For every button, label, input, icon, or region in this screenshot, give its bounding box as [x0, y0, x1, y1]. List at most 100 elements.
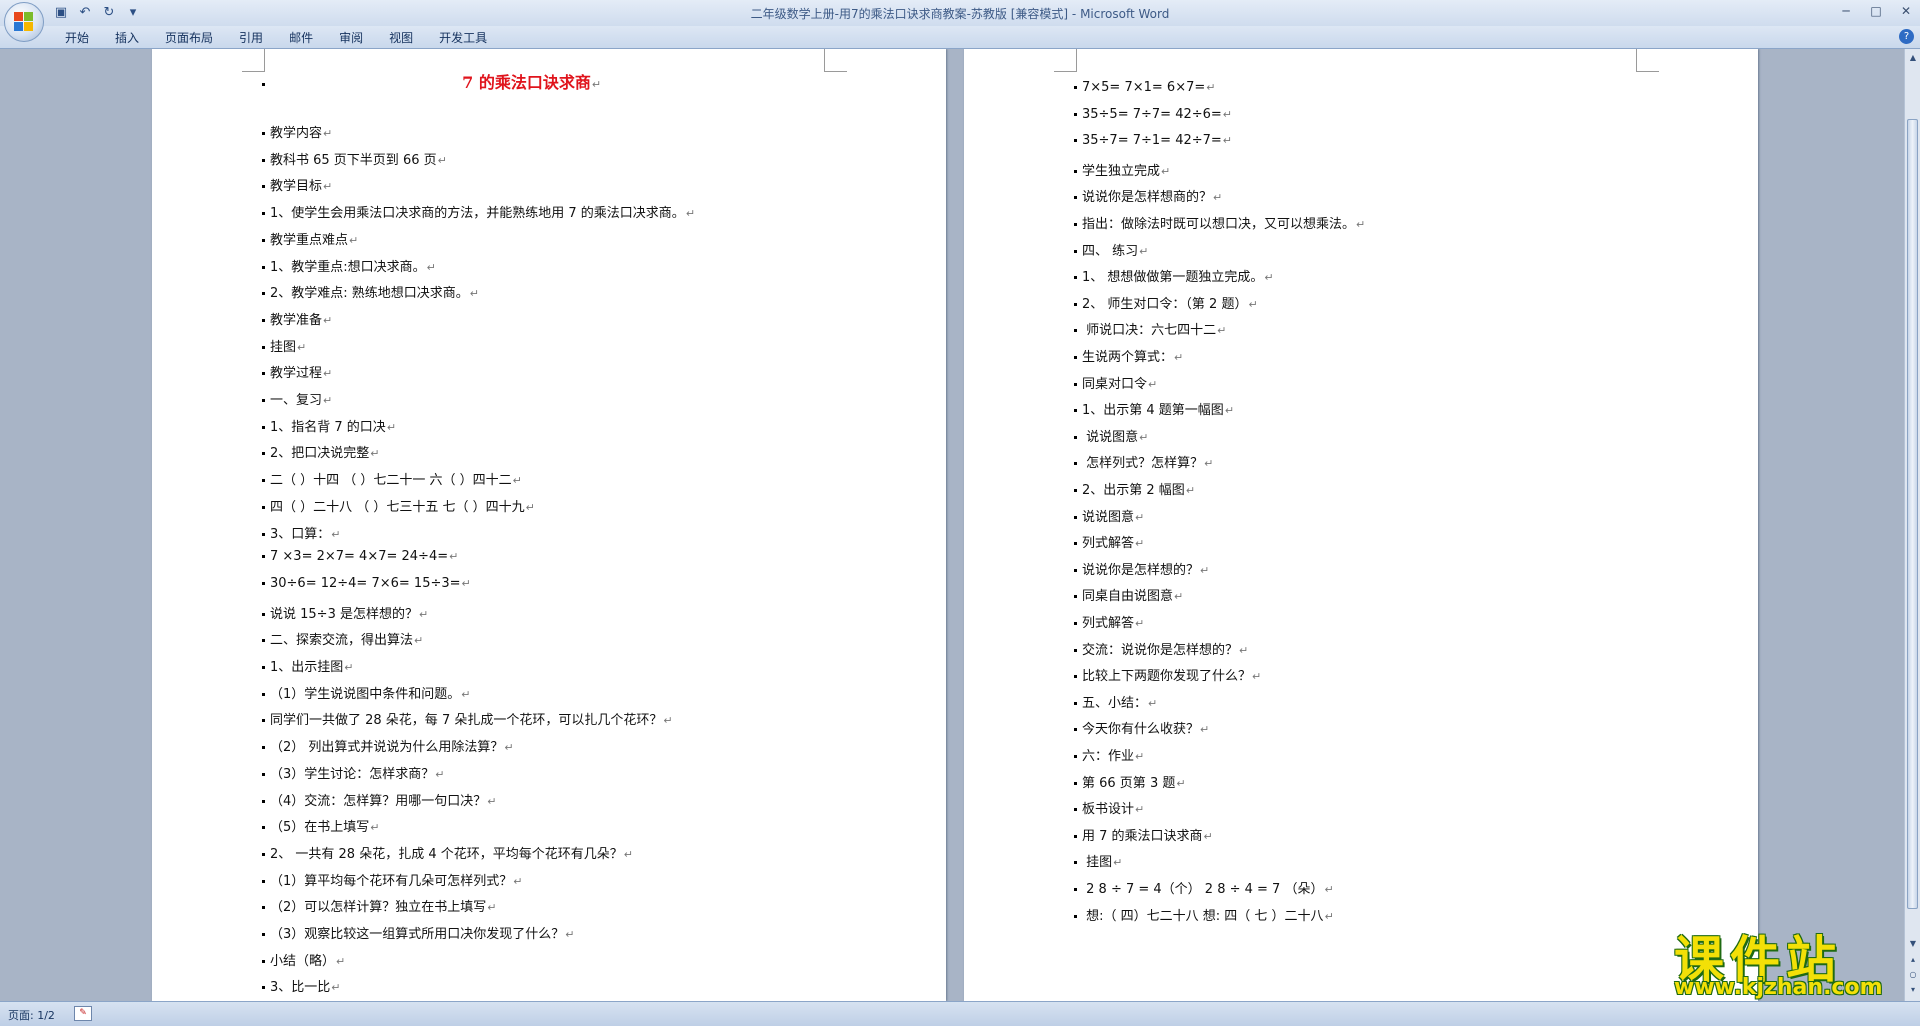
paragraph-mark: ↵	[1324, 883, 1334, 896]
bullet-marker	[262, 238, 265, 242]
scroll-down-icon[interactable]: ▼	[1906, 937, 1920, 951]
paragraph-text: 同桌对口令	[1082, 376, 1148, 392]
tab-review[interactable]: 审阅	[326, 29, 376, 47]
scrollbar-thumb[interactable]	[1907, 119, 1918, 909]
document-page-2[interactable]: 7×5= 7×1= 6×7=↵ 35÷5= 7÷7= 42÷6=↵ 35÷7= 7÷…	[964, 49, 1758, 1001]
paragraph-line: 教学过程↵	[262, 362, 332, 381]
bullet-marker	[1074, 568, 1077, 572]
paragraph-text: （2）可以怎样计算？独立在书上填写	[270, 900, 487, 916]
close-button[interactable]: ✕	[1898, 3, 1914, 19]
paragraph-mark: ↵	[297, 340, 307, 354]
bullet-marker	[1074, 834, 1077, 838]
vertical-scrollbar[interactable]: ▲ ▼ ▴ ○ ▾	[1904, 49, 1920, 1001]
tab-insert[interactable]: 插入	[102, 29, 152, 47]
paragraph-text: 指出：做除法时既可以想口决，又可以想乘法。	[1082, 217, 1356, 232]
crop-mark	[824, 49, 847, 72]
bullet-marker	[1074, 329, 1077, 333]
document-page-1[interactable]: 7 的乘法口诀求商↵ 教学内容↵ 教科书 65 页下半页到 66 页↵ 教学目标↵ 1…	[152, 49, 946, 1001]
window-title: 二年级数学上册-用7的乘法口诀求商教案-苏教版 [兼容模式] - Microso…	[750, 7, 1170, 21]
paragraph-text: 3、口算：	[270, 526, 331, 542]
paragraph-line: 今天你有什么收获？↵	[1074, 718, 1209, 737]
paragraph-text: 学生独立完成	[1082, 163, 1161, 179]
paragraph-mark: ↵	[1174, 590, 1184, 604]
ribbon-tabs: 开始 插入 页面布局 引用 邮件 审阅 视图 开发工具	[52, 29, 500, 47]
document-workspace[interactable]: 7 的乘法口诀求商↵ 教学内容↵ 教科书 65 页下半页到 66 页↵ 教学目标↵ 1…	[0, 49, 1904, 1001]
paragraph-mark: ↵	[1217, 324, 1227, 338]
help-icon[interactable]: ?	[1899, 29, 1914, 44]
office-button[interactable]	[4, 2, 44, 42]
tab-view[interactable]: 视图	[376, 29, 426, 47]
paragraph-text: 7×5= 7×1= 6×7=	[1082, 80, 1206, 95]
paragraph-text: （5）在书上填写	[270, 820, 370, 836]
paragraph-text: 30÷6= 12÷4= 7×6= 15÷3=	[270, 575, 461, 591]
paragraph-text: 3、比一比	[270, 980, 331, 996]
paragraph-line: 3、比一比↵	[262, 976, 341, 995]
tab-page-layout[interactable]: 页面布局	[152, 29, 226, 47]
paragraph-line: 1、教学重点:想口决求商。↵	[262, 256, 436, 275]
bullet-marker	[1074, 169, 1077, 173]
bullet-marker	[262, 425, 265, 429]
paragraph-line: （5）在书上填写↵	[262, 816, 380, 835]
paragraph-line: 一、复习↵	[262, 389, 332, 408]
scroll-up-icon[interactable]: ▲	[1906, 51, 1920, 65]
paragraph-line: 1、指名背 7 的口决↵	[262, 416, 396, 435]
tab-home[interactable]: 开始	[52, 29, 102, 47]
bullet-marker	[1074, 382, 1077, 386]
bullet-marker	[262, 505, 265, 509]
next-page-icon[interactable]: ▾	[1906, 983, 1920, 997]
paragraph-text: 2、把口决说完整	[270, 446, 370, 462]
paragraph-line: 3、口算：↵	[262, 523, 341, 542]
paragraph-mark: ↵	[426, 260, 436, 274]
select-browse-object-icon[interactable]: ○	[1906, 968, 1920, 982]
paragraph-mark: ↵	[331, 981, 341, 995]
paragraph-mark: ↵	[469, 287, 480, 301]
paragraph-text: 7 ×3= 2×7= 4×7= 24÷4=	[270, 549, 449, 565]
paragraph-text: 小结（略）	[270, 953, 336, 969]
paragraph-line: 说说你是怎样想商的？↵	[1074, 186, 1222, 205]
bullet-marker	[262, 666, 265, 669]
paragraph-line: （3）观察比较这一组算式所用口决你发现了什么？↵	[262, 923, 575, 942]
title-bar: ▣ ↶ ↻ ▾ 二年级数学上册-用7的乘法口诀求商教案-苏教版 [兼容模式] - Mi…	[0, 0, 1920, 26]
minimize-button[interactable]: ─	[1838, 3, 1854, 19]
paragraph-line: 挂图↵	[262, 336, 306, 355]
paragraph-mark: ↵	[1135, 617, 1145, 630]
paragraph-mark: ↵	[435, 767, 445, 781]
page-count[interactable]: 页面: 1/2	[8, 1007, 55, 1023]
proofing-icon[interactable]: ✎	[74, 1006, 92, 1021]
paragraph-text: （3）学生讨论：怎样求商？	[270, 766, 435, 782]
paragraph-mark: ↵	[1224, 404, 1235, 418]
paragraph-text: 1、出示挂图	[270, 660, 344, 675]
bullet-marker	[1074, 728, 1077, 732]
bullet-marker	[262, 581, 265, 585]
paragraph-line: 教学内容↵	[262, 122, 332, 141]
paragraph-text: （4）交流：怎样算？用哪一句口决？	[270, 793, 487, 809]
paragraph-line: 比较上下两题你发现了什么？↵	[1074, 665, 1261, 684]
paragraph-mark: ↵	[331, 527, 341, 541]
tab-developer[interactable]: 开发工具	[426, 29, 500, 47]
tab-references[interactable]: 引用	[226, 29, 276, 47]
bullet-marker	[262, 292, 265, 296]
paragraph-mark: ↵	[1174, 351, 1184, 364]
tab-mailings[interactable]: 邮件	[276, 29, 326, 47]
bullet-marker	[1074, 112, 1077, 116]
bullet-marker	[262, 372, 265, 376]
bullet-marker	[1074, 542, 1077, 546]
ribbon-tab-bar: 开始 插入 页面布局 引用 邮件 审阅 视图 开发工具 ?	[0, 26, 1920, 49]
paragraph-line: 2、 一共有 28 朵花，扎成 4 个花环，平均每个花环有几朵？↵	[262, 843, 633, 862]
paragraph-mark: ↵	[1135, 537, 1145, 551]
paragraph-line: 同桌对口令↵	[1074, 373, 1157, 392]
previous-page-icon[interactable]: ▴	[1906, 953, 1920, 967]
bullet-marker	[1074, 808, 1077, 812]
paragraph-text: 教学过程	[270, 366, 323, 382]
paragraph-mark: ↵	[1161, 164, 1171, 178]
paragraph-text: 交流：说说你是怎样想的？	[1082, 642, 1239, 658]
bullet-marker	[1074, 435, 1077, 439]
paragraph-line: 二、探索交流，得出算法↵	[262, 629, 423, 648]
paragraph-text: 一、复习	[270, 393, 323, 408]
paragraph-line: 小结（略）↵	[262, 950, 345, 969]
paragraph-line: 指出：做除法时既可以想口决，又可以想乘法。↵	[1074, 213, 1365, 232]
maximize-button[interactable]: □	[1868, 3, 1884, 19]
paragraph-line: 师说口决：六七四十二↵	[1074, 319, 1226, 338]
paragraph-mark: ↵	[1248, 297, 1258, 311]
bullet-marker	[262, 479, 265, 483]
